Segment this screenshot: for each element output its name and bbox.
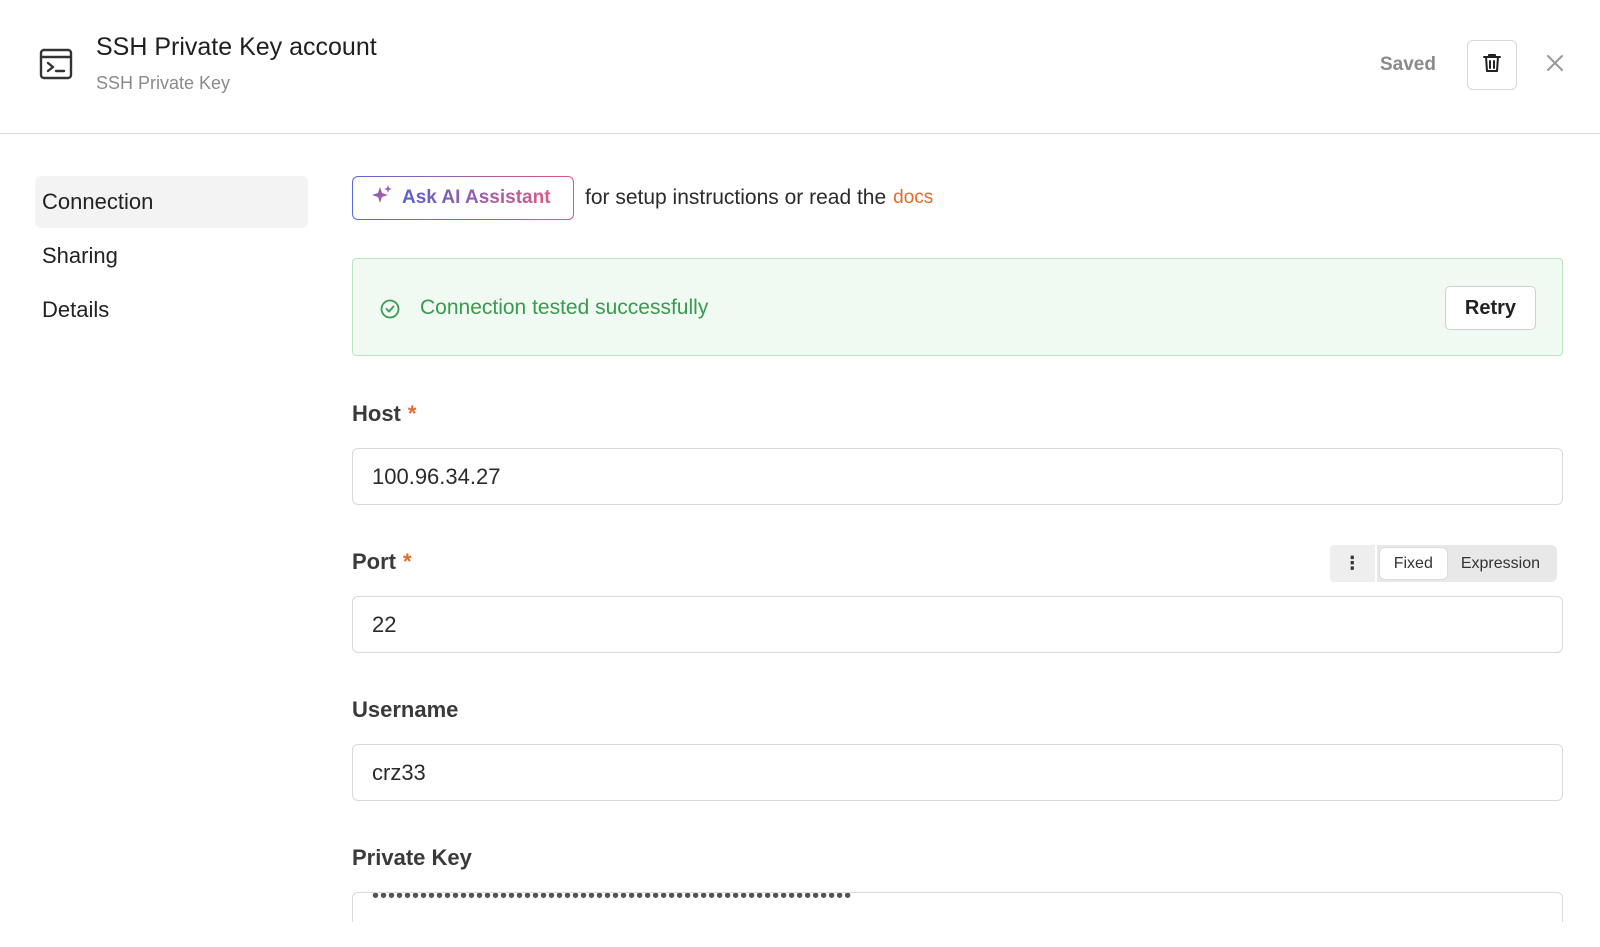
delete-button[interactable]: [1467, 40, 1517, 90]
credential-type: SSH Private Key: [96, 73, 231, 93]
connection-panel: Ask AI Assistant for setup instructions …: [352, 176, 1563, 922]
username-input[interactable]: crz33: [352, 744, 1563, 801]
connection-status-message: Connection tested successfully: [420, 296, 709, 319]
connection-success-banner: Connection tested successfully Retry: [352, 258, 1563, 356]
trash-icon: [1481, 52, 1503, 79]
sparkle-icon: [371, 184, 393, 212]
docs-link[interactable]: docs: [893, 187, 933, 209]
host-input[interactable]: 100.96.34.27: [352, 448, 1563, 505]
host-label: Host *: [352, 401, 416, 427]
assistant-row: Ask AI Assistant for setup instructions …: [352, 176, 1563, 220]
host-label-text: Host: [352, 401, 401, 426]
ask-ai-assistant-button[interactable]: Ask AI Assistant: [352, 176, 574, 220]
assistant-helper-text: for setup instructions or read the: [585, 186, 887, 209]
close-button[interactable]: [1540, 50, 1570, 80]
fixed-expression-switch: Fixed Expression: [1376, 545, 1557, 582]
mode-fixed[interactable]: Fixed: [1379, 548, 1447, 579]
username-label: Username: [352, 697, 459, 722]
private-key-masked-value: ••••••••••••••••••••••••••••••••••••••••…: [372, 892, 853, 907]
port-mode-toggle: ⋮ Fixed Expression: [1329, 545, 1557, 582]
credential-title[interactable]: SSH Private Key account: [96, 33, 377, 62]
required-marker: *: [403, 549, 412, 574]
mode-expression[interactable]: Expression: [1447, 548, 1554, 579]
sidebar-item-connection[interactable]: Connection: [35, 176, 308, 228]
terminal-icon: [38, 46, 74, 82]
ask-ai-assistant-label: Ask AI Assistant: [402, 187, 551, 208]
sidebar-item-sharing[interactable]: Sharing: [35, 230, 308, 282]
private-key-label: Private Key: [352, 845, 472, 870]
close-icon: [1545, 53, 1565, 78]
retry-button[interactable]: Retry: [1445, 286, 1536, 330]
settings-sidebar: Connection Sharing Details: [35, 176, 308, 338]
modal-header: SSH Private Key account SSH Private Key …: [0, 0, 1600, 134]
port-label-text: Port: [352, 549, 396, 574]
check-circle-icon: [379, 298, 401, 320]
port-input[interactable]: 22: [352, 596, 1563, 653]
port-label: Port *: [352, 549, 412, 575]
private-key-input[interactable]: ••••••••••••••••••••••••••••••••••••••••…: [352, 892, 1563, 922]
more-vertical-icon[interactable]: ⋮: [1329, 545, 1375, 582]
required-marker: *: [407, 401, 417, 426]
save-status: Saved: [1380, 54, 1436, 75]
sidebar-item-details[interactable]: Details: [35, 284, 308, 336]
